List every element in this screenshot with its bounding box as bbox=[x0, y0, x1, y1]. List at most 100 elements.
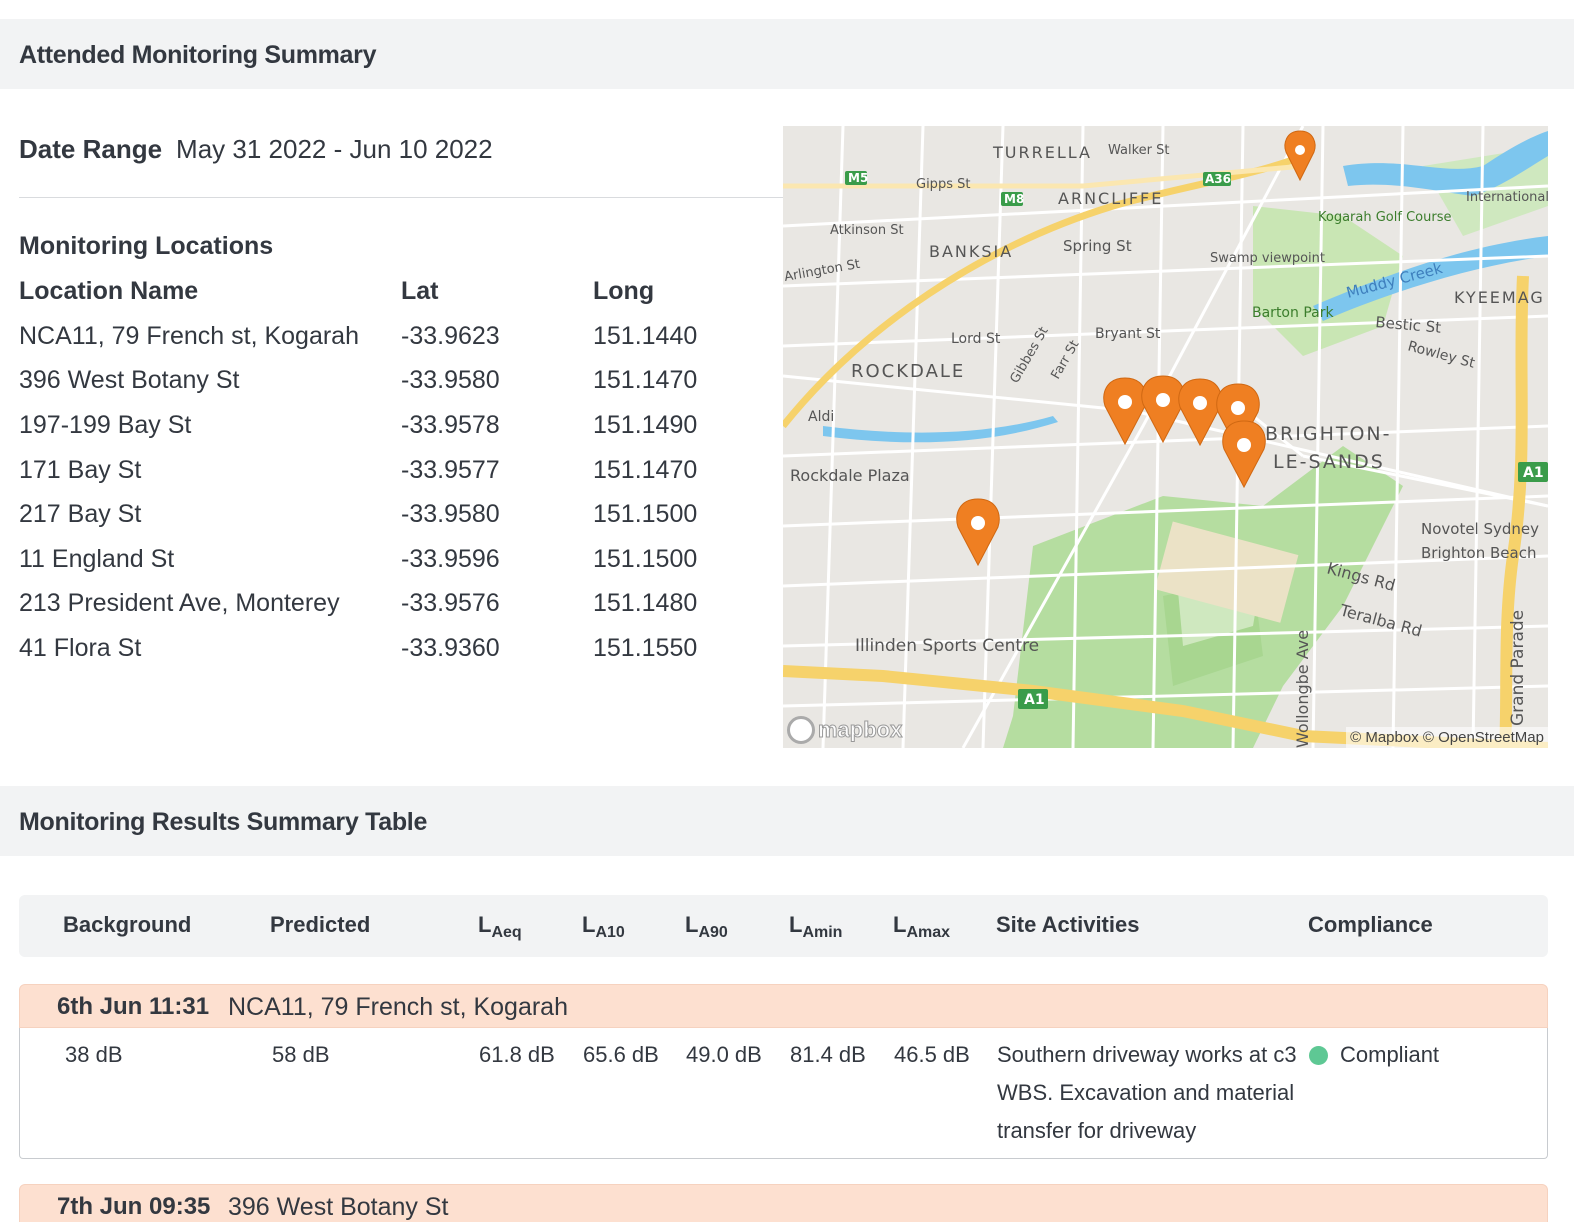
map-label-rockdale: ROCKDALE bbox=[851, 361, 965, 382]
col-lat: Lat bbox=[401, 276, 439, 305]
col-lamax: LAmax bbox=[893, 912, 950, 942]
map-label-arncliffe: ARNCLIFFE bbox=[1058, 189, 1163, 208]
location-name: 41 Flora St bbox=[19, 633, 142, 662]
col-background: Background bbox=[63, 912, 192, 937]
location-name: 213 President Ave, Monterey bbox=[19, 589, 340, 618]
shield-a36: A36 bbox=[1205, 172, 1231, 186]
location-row: NCA11, 79 French st, Kogarah -33.9623 151.… bbox=[19, 314, 759, 359]
map-label-walker: Walker St bbox=[1108, 143, 1170, 158]
results-header: Monitoring Results Summary Table bbox=[0, 786, 1574, 856]
shield-a1-east: A1 bbox=[1523, 465, 1544, 481]
map-label-brighton-1: BRIGHTON- bbox=[1265, 423, 1391, 445]
cell-la10: 65.6 dB bbox=[583, 1042, 659, 1067]
location-name: 217 Bay St bbox=[19, 500, 142, 529]
map-label-novotel-2: Brighton Beach bbox=[1421, 544, 1536, 562]
locations-map[interactable]: TURRELLA Walker St Gipps St ARNCLIFFE At… bbox=[783, 126, 1548, 748]
date-range-value: May 31 2022 - Jun 10 2022 bbox=[176, 134, 493, 164]
col-laeq-sub: Aeq bbox=[491, 924, 522, 941]
col-la10-base: L bbox=[582, 912, 596, 937]
location-lat: -33.9623 bbox=[401, 321, 500, 350]
map-attribution[interactable]: © Mapbox © OpenStreetMap bbox=[1346, 727, 1548, 748]
map-label-kyeemagh: KYEEMAG bbox=[1454, 288, 1545, 307]
shield-m5: M5 bbox=[848, 171, 868, 185]
cell-laeq: 61.8 dB bbox=[479, 1042, 555, 1067]
col-lamax-sub: Amax bbox=[906, 924, 951, 941]
location-long: 151.1480 bbox=[593, 589, 698, 618]
mapbox-logo-text: mapbox bbox=[817, 717, 903, 743]
record-row: 38 dB 58 dB 61.8 dB 65.6 dB 49.0 dB 81.4… bbox=[19, 1028, 1548, 1159]
location-row: 217 Bay St -33.9580 151.1500 bbox=[19, 492, 759, 537]
map-label-swamp: Swamp viewpoint bbox=[1210, 251, 1325, 266]
cell-background: 38 dB bbox=[65, 1042, 123, 1067]
col-la90-sub: A90 bbox=[698, 924, 728, 941]
col-laeq-base: L bbox=[478, 912, 492, 937]
col-la90: LA90 bbox=[685, 912, 728, 942]
location-long: 151.1490 bbox=[593, 410, 698, 439]
location-name: 197-199 Bay St bbox=[19, 410, 192, 439]
date-range-label: Date Range bbox=[19, 134, 163, 164]
record-time: 6th Jun 11:31 bbox=[57, 993, 210, 1020]
mapbox-logo[interactable]: mapbox bbox=[787, 716, 903, 744]
location-row: 11 England St -33.9596 151.1500 bbox=[19, 537, 759, 582]
location-row: 396 West Botany St -33.9580 151.1470 bbox=[19, 359, 759, 404]
record-location: NCA11, 79 French st, Kogarah bbox=[228, 993, 568, 1021]
record-header[interactable]: 7th Jun 09:35 396 West Botany St bbox=[19, 1184, 1548, 1222]
mapbox-logo-icon bbox=[787, 716, 815, 744]
map-label-coombe: Wollongbe Ave bbox=[1293, 630, 1312, 748]
compliance-label: Compliant bbox=[1340, 1042, 1440, 1067]
locations-table: Location Name Lat Long NCA11, 79 French … bbox=[19, 268, 759, 671]
location-row: 213 President Ave, Monterey -33.9576 151.1… bbox=[19, 582, 759, 627]
map-label-kogarah-golf: Kogarah Golf Course bbox=[1318, 210, 1451, 225]
cell-la90: 49.0 dB bbox=[686, 1042, 762, 1067]
location-lat: -33.9580 bbox=[401, 500, 500, 529]
map-label-atkinson: Atkinson St bbox=[830, 223, 904, 238]
cell-site-activities: Southern driveway works at c3 WBS. Excav… bbox=[997, 1042, 1297, 1143]
location-name: 171 Bay St bbox=[19, 455, 142, 484]
col-lamin: LAmin bbox=[789, 912, 842, 942]
record-time: 7th Jun 09:35 bbox=[57, 1193, 211, 1220]
col-location-name: Location Name bbox=[19, 276, 199, 305]
col-activities: Site Activities bbox=[996, 912, 1140, 937]
map-label-spring: Spring St bbox=[1063, 237, 1132, 255]
summary-header: Attended Monitoring Summary bbox=[0, 19, 1574, 89]
location-name: 396 West Botany St bbox=[19, 366, 240, 395]
location-row: 171 Bay St -33.9577 151.1470 bbox=[19, 448, 759, 493]
location-long: 151.1550 bbox=[593, 633, 698, 662]
col-compliance: Compliance bbox=[1308, 912, 1433, 937]
monitoring-locations-title: Monitoring Locations bbox=[19, 232, 274, 260]
map-label-novotel-1: Novotel Sydney bbox=[1421, 520, 1539, 538]
map-label-illinden: Illinden Sports Centre bbox=[855, 636, 1039, 656]
location-lat: -33.9576 bbox=[401, 589, 500, 618]
col-la90-base: L bbox=[685, 912, 699, 937]
map-label-gipps: Gipps St bbox=[916, 177, 970, 192]
location-long: 151.1440 bbox=[593, 321, 698, 350]
map-label-banksia: BANKSIA bbox=[929, 242, 1013, 261]
location-long: 151.1470 bbox=[593, 455, 698, 484]
col-la10-sub: A10 bbox=[595, 924, 625, 941]
cell-predicted: 58 dB bbox=[272, 1042, 330, 1067]
col-predicted: Predicted bbox=[270, 912, 371, 937]
summary-title: Attended Monitoring Summary bbox=[19, 41, 377, 69]
col-lamin-sub: Amin bbox=[802, 924, 843, 941]
map-label-aldi: Aldi bbox=[808, 409, 834, 425]
location-row: 197-199 Bay St -33.9578 151.1490 bbox=[19, 403, 759, 448]
map-label-international: International bbox=[1466, 190, 1548, 205]
location-long: 151.1500 bbox=[593, 544, 698, 573]
map-canvas[interactable]: TURRELLA Walker St Gipps St ARNCLIFFE At… bbox=[783, 126, 1548, 748]
col-lamax-base: L bbox=[893, 912, 907, 937]
map-label-brighton-2: LE-SANDS bbox=[1273, 451, 1385, 473]
location-row: 41 Flora St -33.9360 151.1550 bbox=[19, 626, 759, 671]
col-long: Long bbox=[593, 276, 655, 305]
shield-a1: A1 bbox=[1024, 692, 1045, 708]
location-lat: -33.9577 bbox=[401, 455, 500, 484]
shield-m8: M8 bbox=[1004, 192, 1024, 206]
location-lat: -33.9580 bbox=[401, 366, 500, 395]
map-label-rockdale-plaza: Rockdale Plaza bbox=[790, 466, 910, 485]
locations-header-row: Location Name Lat Long bbox=[19, 268, 759, 314]
location-lat: -33.9596 bbox=[401, 544, 500, 573]
location-lat: -33.9360 bbox=[401, 633, 500, 662]
record-header[interactable]: 6th Jun 11:31 NCA11, 79 French st, Kogar… bbox=[19, 984, 1548, 1028]
col-lamin-base: L bbox=[789, 912, 803, 937]
map-label-barton-park: Barton Park bbox=[1252, 305, 1334, 321]
record-location: 396 West Botany St bbox=[228, 1193, 449, 1221]
